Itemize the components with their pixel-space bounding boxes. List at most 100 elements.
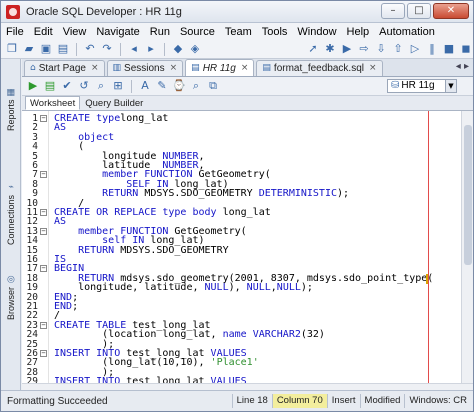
main-toolbar: ❐ ▰ ▣ ▤ ↶ ↷ ◂ ▸ ◆ ◈ ➚ ✱ ▶ ⇨ ⇩ ⇧ ▷ ‖ ■ ◼ — [1, 40, 473, 59]
chevron-down-icon[interactable]: ▼ — [445, 80, 456, 92]
history-icon[interactable]: ⌚ — [172, 79, 186, 93]
column-indicator: Column 70 — [271, 394, 327, 408]
menu-tools[interactable]: Tools — [257, 26, 293, 38]
step-into-icon[interactable]: ⇩ — [374, 42, 388, 56]
dock-tab-connections[interactable]: Connections ⌁ — [3, 169, 19, 257]
forward-icon[interactable]: ▸ — [144, 42, 158, 56]
fold-toggle-icon[interactable]: − — [40, 350, 47, 357]
menu-run[interactable]: Run — [145, 26, 175, 38]
connection-select[interactable]: ⛁ HR 11g ▼ — [387, 79, 457, 93]
tab-start-page[interactable]: ⌂ Start Page × — [24, 60, 105, 76]
fold-toggle-icon[interactable]: − — [40, 321, 47, 329]
tab-list-icon[interactable]: ◂ ▸ — [456, 61, 469, 72]
menu-source[interactable]: Source — [175, 26, 220, 38]
line-ending-indicator: Windows: CR — [404, 394, 471, 408]
close-tab-icon[interactable]: × — [170, 61, 178, 76]
back-icon[interactable]: ◂ — [127, 42, 141, 56]
close-button[interactable]: ✕ — [433, 3, 469, 19]
line-indicator: Line 18 — [231, 394, 272, 408]
menu-edit[interactable]: Edit — [29, 26, 58, 38]
window-controls: – □ ✕ — [381, 3, 469, 19]
tab-label: Start Page — [38, 63, 86, 74]
sessions-icon: ▥ — [112, 63, 122, 73]
fold-toggle-icon[interactable]: − — [40, 209, 47, 216]
run-statement-icon[interactable]: ▶ — [26, 79, 40, 93]
close-tab-icon[interactable]: × — [91, 61, 99, 76]
new-icon[interactable]: ❐ — [5, 42, 19, 56]
fold-toggle-icon[interactable]: − — [40, 227, 47, 235]
status-bar: Formatting Succeeded Line 18 Column 70 I… — [1, 390, 473, 411]
minimize-button[interactable]: – — [381, 3, 405, 19]
window-title: Oracle SQL Developer : HR 11g — [26, 5, 182, 18]
sql-worksheet-icon: ▤ — [191, 62, 200, 73]
toolbar-separator — [131, 79, 132, 93]
vertical-scrollbar[interactable] — [461, 111, 473, 383]
stop-icon[interactable]: ■ — [442, 42, 456, 56]
commit-icon[interactable]: ✔ — [60, 79, 74, 93]
rollback-icon[interactable]: ↺ — [77, 79, 91, 93]
menu-window[interactable]: Window — [292, 26, 341, 38]
dock-tab-reports[interactable]: Reports ▦ — [3, 77, 19, 141]
menu-navigate[interactable]: Navigate — [91, 26, 144, 38]
resume-icon[interactable]: ▷ — [408, 42, 422, 56]
menu-view[interactable]: View — [58, 26, 92, 38]
status-fields: Line 18 Column 70 Insert Modified Window… — [231, 394, 471, 408]
menu-file[interactable]: File — [1, 26, 29, 38]
app-window: Oracle SQL Developer : HR 11g – □ ✕ File… — [0, 0, 474, 412]
dock-tab-browser[interactable]: Browser ◎ — [3, 265, 19, 329]
redo-icon[interactable]: ↷ — [100, 42, 114, 56]
maximize-button[interactable]: □ — [407, 3, 431, 19]
tab-hr-11g[interactable]: ▤ HR 11g × — [185, 59, 255, 76]
undo-icon[interactable]: ↶ — [83, 42, 97, 56]
connection-value: HR 11g — [401, 80, 435, 91]
tab-sessions[interactable]: ▥ Sessions × — [106, 60, 184, 76]
format-icon[interactable]: A — [138, 79, 152, 93]
modified-indicator: Modified — [359, 394, 405, 408]
sql-icon[interactable]: ◆ — [171, 42, 185, 56]
close-tab-icon[interactable]: × — [241, 61, 249, 76]
monitor-icon[interactable]: ◈ — [188, 42, 202, 56]
close-tab-icon[interactable]: × — [369, 61, 377, 76]
clear-icon[interactable]: ✎ — [155, 79, 169, 93]
tab-format-feedback[interactable]: ▤ format_feedback.sql × — [256, 60, 383, 76]
connections-icon: ⌁ — [6, 181, 16, 192]
fold-toggle-icon[interactable]: − — [40, 171, 47, 179]
menu-help[interactable]: Help — [342, 26, 375, 38]
find-icon[interactable]: ⌕ — [189, 79, 203, 93]
step-out-icon[interactable]: ⇧ — [391, 42, 405, 56]
tab-query-builder[interactable]: Query Builder — [80, 96, 148, 110]
debug-icon[interactable]: ✱ — [323, 42, 337, 56]
pause-icon[interactable]: ‖ — [425, 42, 439, 56]
horizontal-scrollbar[interactable] — [22, 383, 473, 390]
toolbar-separator — [120, 42, 121, 56]
toolbar-separator — [164, 42, 165, 56]
step-over-icon[interactable]: ⇨ — [357, 42, 371, 56]
menu-automation[interactable]: Automation — [374, 26, 440, 38]
save-all-icon[interactable]: ▤ — [56, 42, 70, 56]
menu-bar: File Edit View Navigate Run Source Team … — [1, 23, 473, 40]
reports-icon: ▦ — [6, 86, 16, 97]
step-icon[interactable]: ▶ — [340, 42, 354, 56]
tab-label: format_feedback.sql — [273, 63, 364, 74]
code-editor[interactable]: 1− CREATE typelong_lat 2 AS 3 object 4 (5 lon… — [22, 111, 461, 383]
pointer-icon[interactable]: ➚ — [306, 42, 320, 56]
menu-team[interactable]: Team — [220, 26, 257, 38]
open-icon[interactable]: ▰ — [22, 42, 36, 56]
unshared-icon[interactable]: ⧉ — [206, 79, 220, 93]
oracle-app-icon — [6, 4, 20, 19]
save-icon[interactable]: ▣ — [39, 42, 53, 56]
run-script-icon[interactable]: ▤ — [43, 79, 57, 93]
tab-worksheet[interactable]: Worksheet — [25, 96, 81, 110]
toolbar-separator — [76, 42, 77, 56]
autotrace-icon[interactable]: ⌕ — [94, 79, 108, 93]
dock-tab-label: Browser — [6, 287, 16, 321]
document-tabs: ⌂ Start Page × ▥ Sessions × ▤ HR 11g × ▤… — [22, 59, 473, 77]
home-icon: ⌂ — [30, 63, 36, 73]
scrollbar-thumb[interactable] — [464, 125, 472, 265]
fold-toggle-icon[interactable]: − — [40, 265, 47, 273]
worksheet-subtabs: Worksheet Query Builder — [22, 96, 473, 111]
insert-mode: Insert — [326, 394, 360, 408]
fold-toggle-icon[interactable]: − — [40, 115, 47, 122]
terminate-icon[interactable]: ◼ — [459, 42, 473, 56]
explain-plan-icon[interactable]: ⊞ — [111, 79, 125, 93]
